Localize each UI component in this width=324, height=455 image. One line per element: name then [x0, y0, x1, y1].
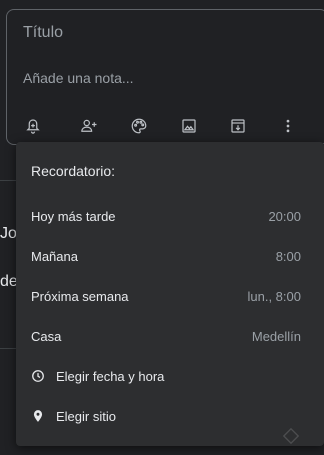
reminder-option-time: 8:00: [275, 248, 301, 264]
background-note-fragment: Jo: [0, 225, 17, 242]
reminder-option-tomorrow[interactable]: Mañana 8:00: [16, 238, 324, 274]
reminder-menu-header: Recordatorio:: [31, 163, 116, 179]
add-image-button[interactable]: [177, 114, 201, 138]
reminder-option-label: Casa: [31, 328, 62, 344]
reminder-option-home[interactable]: Casa Medellín: [16, 318, 324, 354]
note-title-input[interactable]: Título: [23, 24, 63, 42]
reminder-option-label: Mañana: [31, 248, 78, 264]
archive-button[interactable]: [226, 114, 250, 138]
reminder-menu: Recordatorio: Hoy más tarde 20:00 Mañana…: [16, 142, 324, 446]
reminder-option-label: Próxima semana: [31, 288, 129, 304]
reminder-option-later-today[interactable]: Hoy más tarde 20:00: [16, 198, 324, 234]
bell-plus-icon: [26, 119, 40, 134]
archive-icon: [231, 119, 245, 133]
reminder-option-next-week[interactable]: Próxima semana lun., 8:00: [16, 278, 324, 314]
background-options-button[interactable]: [127, 114, 151, 138]
background-divider: [0, 348, 16, 349]
palette-icon: [131, 118, 147, 134]
collaborator-button[interactable]: [77, 114, 101, 138]
reminder-option-label: Hoy más tarde: [31, 208, 116, 224]
image-icon: [182, 119, 196, 133]
pick-place-option[interactable]: Elegir sitio: [16, 398, 324, 434]
more-options-button[interactable]: [276, 114, 300, 138]
reminder-option-time: lun., 8:00: [247, 288, 302, 304]
reminder-option-time: 20:00: [268, 208, 301, 224]
clock-icon: [31, 369, 45, 383]
take-note-card: Título Añade una nota...: [6, 9, 324, 145]
more-vert-icon: [286, 119, 290, 133]
remind-me-button[interactable]: [21, 114, 45, 138]
location-pin-icon: [31, 409, 45, 423]
watermark-logo: [282, 427, 300, 445]
pick-date-time-option[interactable]: Elegir fecha y hora: [16, 358, 324, 394]
background-divider: [0, 180, 16, 181]
pick-date-time-label: Elegir fecha y hora: [56, 368, 165, 384]
pick-place-label: Elegir sitio: [56, 408, 116, 424]
add-person-icon: [81, 119, 97, 132]
note-body-input[interactable]: Añade una nota...: [23, 70, 134, 86]
reminder-option-place: Medellín: [251, 328, 301, 344]
